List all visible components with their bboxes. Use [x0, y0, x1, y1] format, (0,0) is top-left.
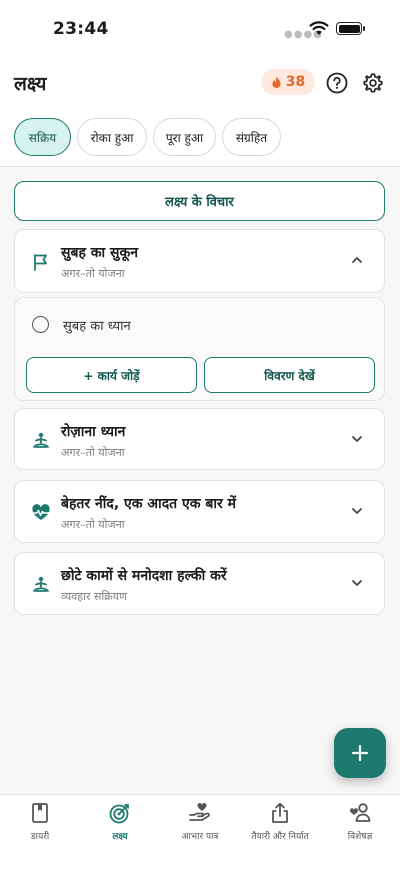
goal-card[interactable]: रोज़ाना ध्यान अगर–तो योजना [14, 408, 385, 470]
streak-count: 38 [285, 74, 306, 90]
flag-icon [34, 254, 47, 271]
add-task-button[interactable]: + कार्य जोड़ें [26, 357, 197, 393]
goal-card[interactable]: बेहतर नींद, एक आदत एक बार में अगर–तो योज… [14, 480, 385, 543]
tab-paused[interactable]: रोका हुआ [77, 118, 147, 156]
chevron-down-icon[interactable] [350, 576, 364, 590]
goal-expanded-panel: सुबह का ध्यान + कार्य जोड़ें विवरण देखें [14, 297, 385, 401]
page-title: लक्ष्य [14, 73, 47, 95]
help-button[interactable] [325, 71, 349, 95]
nav-label: लक्ष्य [112, 832, 128, 842]
flame-icon [272, 75, 281, 88]
bottom-navigation: डायरी लक्ष्य आभार पात्र तैयारी और निर्या… [0, 794, 400, 870]
share-icon [272, 802, 288, 823]
battery-icon [336, 22, 365, 35]
plus-icon [351, 744, 369, 762]
nav-goals[interactable]: लक्ष्य [80, 801, 160, 842]
meditation-icon [33, 576, 49, 592]
goal-card[interactable]: सुबह का सुकून अगर–तो योजना [14, 229, 385, 293]
nav-diary[interactable]: डायरी [0, 801, 80, 842]
nav-label: आभार पात्र [181, 832, 219, 842]
settings-button[interactable] [361, 71, 385, 95]
goal-card[interactable]: छोटे कामों से मनोदशा हल्की करें व्यवहार … [14, 552, 385, 615]
tab-completed[interactable]: पूरा हुआ [153, 118, 216, 156]
add-goal-button[interactable] [334, 728, 386, 778]
nav-expert[interactable]: विशेषज्ञ [320, 801, 400, 842]
goal-title: रोज़ाना ध्यान [61, 424, 126, 440]
nav-label: तैयारी और निर्यात [251, 832, 309, 842]
nav-gratitude[interactable]: आभार पात्र [160, 801, 240, 842]
goal-title: सुबह का सुकून [61, 245, 139, 261]
goal-subtitle: अगर–तो योजना [61, 518, 125, 531]
top-area: 23:44 ●●●● लक्ष्य 38 सक्रिय रोका हुआ पूर… [0, 0, 400, 167]
chevron-down-icon[interactable] [350, 432, 364, 446]
gratitude-icon [189, 803, 210, 821]
goal-status-tabs: सक्रिय रोका हुआ पूरा हुआ संग्रहित [14, 118, 281, 156]
goal-subtitle: अगर–तो योजना [61, 446, 125, 459]
target-icon [109, 804, 129, 824]
goal-subtitle: व्यवहार सक्रियण [61, 590, 128, 603]
tab-active[interactable]: सक्रिय [14, 118, 71, 156]
meditation-icon [33, 432, 49, 448]
view-details-button[interactable]: विवरण देखें [204, 357, 375, 393]
streak-badge[interactable]: 38 [261, 69, 315, 95]
nav-label: डायरी [30, 832, 50, 842]
goal-ideas-button[interactable]: लक्ष्य के विचार [14, 181, 385, 221]
wifi-icon [309, 21, 329, 35]
task-checkbox[interactable] [32, 316, 49, 333]
gear-icon [363, 73, 383, 93]
nav-label: विशेषज्ञ [347, 832, 373, 842]
goal-title: बेहतर नींद, एक आदत एक बार में [61, 496, 236, 512]
diary-icon [32, 803, 48, 823]
chevron-up-icon[interactable] [350, 253, 364, 267]
goal-title: छोटे कामों से मनोदशा हल्की करें [61, 568, 227, 584]
help-icon [326, 72, 348, 94]
nav-export[interactable]: तैयारी और निर्यात [240, 801, 320, 842]
goal-subtitle: अगर–तो योजना [61, 267, 125, 280]
chevron-down-icon[interactable] [350, 504, 364, 518]
task-label: सुबह का ध्यान [63, 319, 131, 334]
status-bar: 23:44 ●●●● [0, 0, 400, 56]
status-time: 23:44 [53, 19, 109, 39]
heartbeat-icon [31, 504, 51, 520]
tab-archived[interactable]: संग्रहित [222, 118, 281, 156]
expert-icon [349, 803, 371, 822]
